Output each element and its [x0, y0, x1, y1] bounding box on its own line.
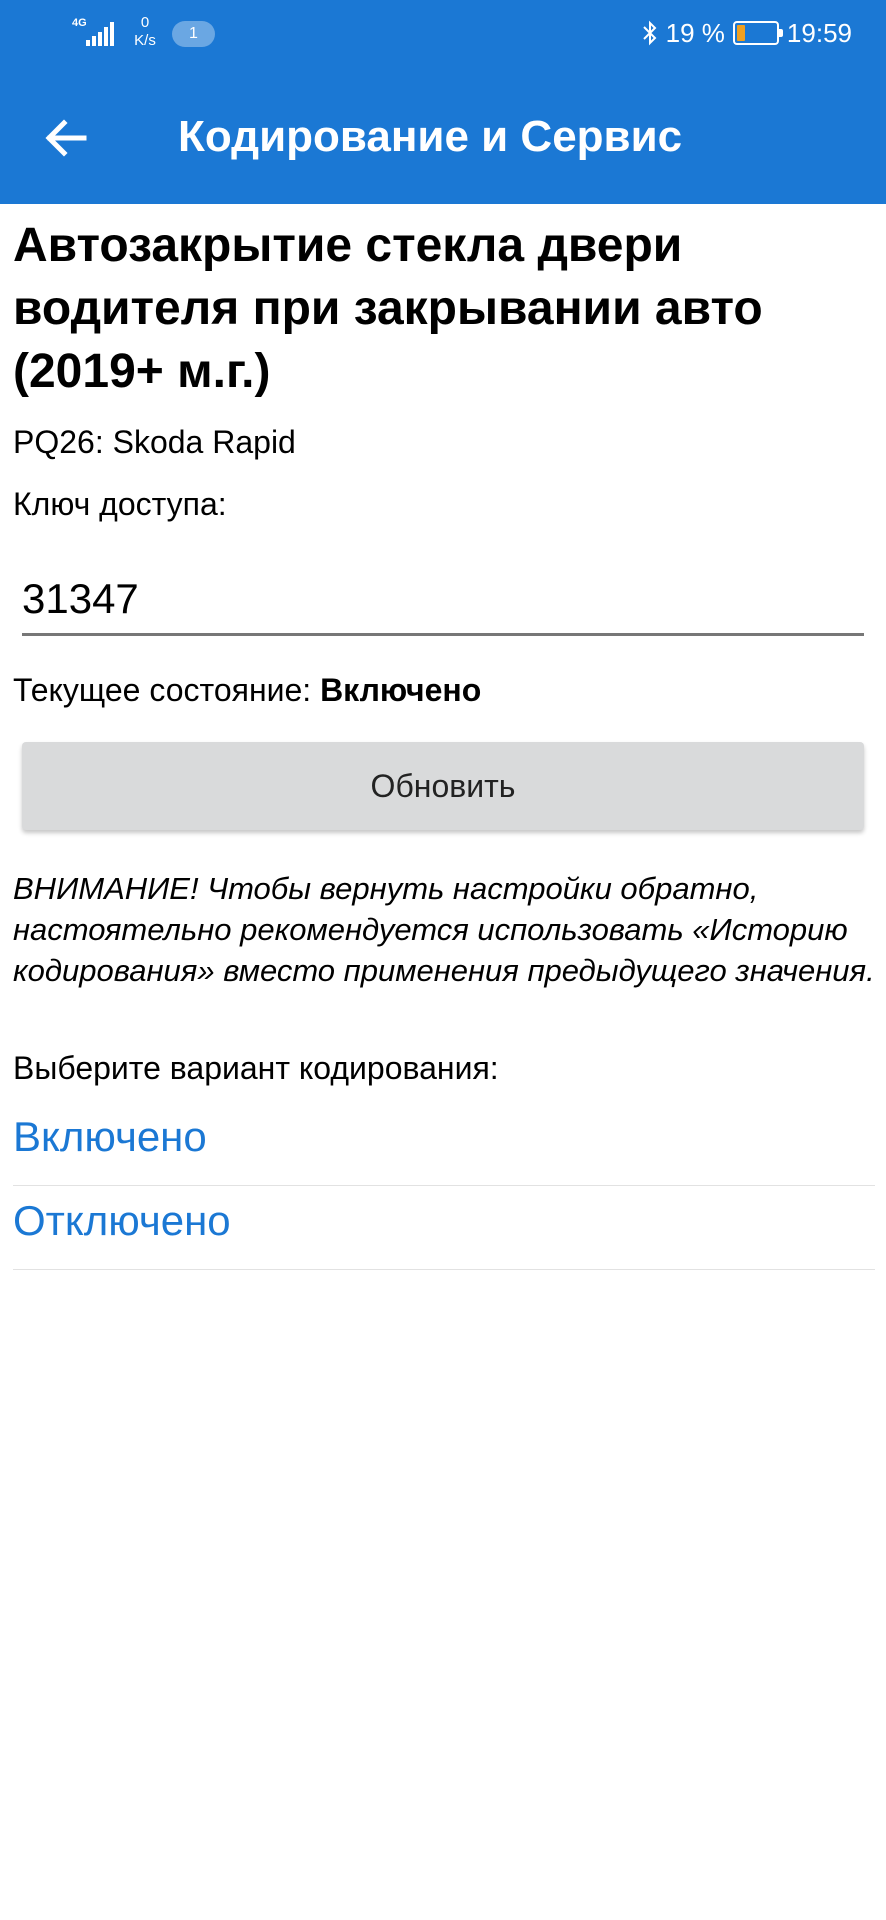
current-state-value: Включено — [320, 672, 482, 708]
header: 4G 0 K/s 1 19 % 19:59 Кодирование и Серв… — [0, 0, 886, 204]
refresh-button[interactable]: Обновить — [22, 742, 864, 830]
access-key-input[interactable] — [22, 564, 864, 636]
notification-badge: 1 — [172, 21, 215, 47]
arrow-left-icon — [45, 119, 87, 157]
page-title: Автозакрытие стекла двери водителя при з… — [13, 219, 763, 398]
status-bar: 4G 0 K/s 1 19 % 19:59 — [0, 0, 886, 66]
signal-indicator: 4G — [72, 18, 118, 48]
network-speed: 0 K/s — [128, 14, 162, 50]
warning-text: ВНИМАНИЕ! Чтобы вернуть настройки обратн… — [13, 871, 875, 988]
app-bar: Кодирование и Сервис — [0, 66, 886, 204]
current-state: Текущее состояние: Включено — [13, 670, 481, 710]
battery-percent: 19 % — [665, 17, 725, 48]
speed-unit: K/s — [134, 32, 156, 49]
option-disabled[interactable]: Отключено — [13, 1186, 875, 1270]
back-button[interactable] — [34, 106, 98, 170]
app-bar-title: Кодирование и Сервис — [178, 112, 683, 161]
battery-icon — [732, 21, 783, 45]
access-key-label: Ключ доступа: — [13, 486, 227, 522]
car-model: PQ26: Skoda Rapid — [13, 424, 296, 460]
network-type: 4G — [72, 17, 87, 29]
choose-option-label: Выберите вариант кодирования: — [13, 1050, 499, 1086]
speed-value: 0 — [140, 14, 150, 31]
status-right-group: 19 % 19:59 — [642, 16, 852, 50]
current-state-label: Текущее состояние: — [13, 672, 312, 708]
battery-level — [736, 25, 745, 41]
clock: 19:59 — [786, 17, 852, 48]
bluetooth-icon — [642, 20, 657, 46]
option-enabled[interactable]: Включено — [13, 1102, 875, 1186]
